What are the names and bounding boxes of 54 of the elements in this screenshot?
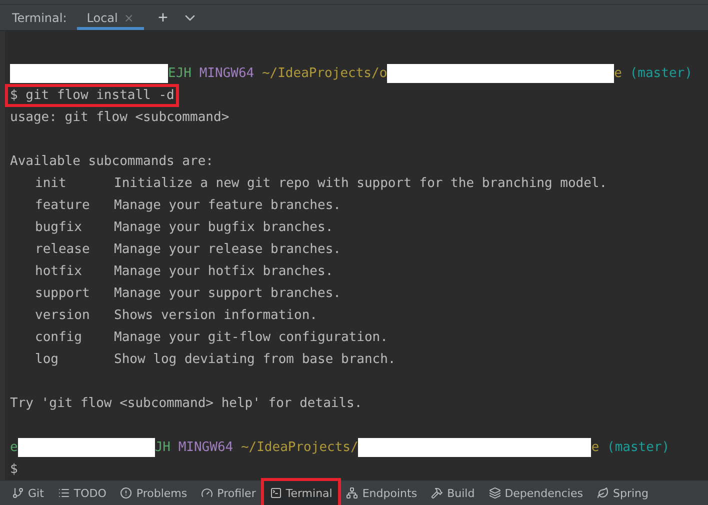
subcommand-description: Manage your release branches. bbox=[114, 242, 341, 256]
prompt-user: EJH bbox=[168, 66, 192, 80]
output-line: Available subcommands are: bbox=[10, 154, 214, 168]
subcommand-description: Initialize a new git repo with support for the branching model. bbox=[114, 176, 608, 190]
terminal-icon bbox=[270, 487, 282, 499]
subcommand-name: feature bbox=[35, 198, 91, 212]
subcommand-name: hotfix bbox=[35, 264, 83, 278]
subcommand-description: Shows version information. bbox=[114, 308, 318, 322]
tool-window-button[interactable]: Profiler bbox=[195, 481, 262, 505]
subcommand-description: Manage your support branches. bbox=[114, 286, 341, 300]
command-line: $ git flow install -d bbox=[8, 86, 176, 104]
layers-icon bbox=[488, 487, 501, 499]
subcommand-name: bugfix bbox=[35, 220, 83, 234]
leaf-icon bbox=[596, 487, 609, 499]
subcommand-name: release bbox=[35, 242, 91, 256]
branch-name: (master) bbox=[630, 66, 692, 80]
subcommand-name: support bbox=[35, 286, 91, 300]
tool-window-button[interactable]: Git bbox=[6, 481, 50, 505]
tool-window-button[interactable]: TODO bbox=[52, 481, 112, 505]
prompt-user: e bbox=[10, 440, 18, 454]
prompt-host: MINGW64 bbox=[199, 66, 254, 80]
branch-name: (master) bbox=[607, 440, 670, 454]
tool-window-title: Terminal: bbox=[12, 10, 67, 24]
subcommand-description: Show log deviating from base branch. bbox=[114, 352, 396, 366]
prompt-host: MINGW64 bbox=[178, 440, 234, 454]
subcommand-description: Manage your bugfix branches. bbox=[114, 220, 334, 234]
tool-window-button[interactable]: Dependencies bbox=[482, 481, 589, 505]
prompt-path: e bbox=[591, 440, 600, 454]
subcommand-description: Manage your hotfix branches. bbox=[114, 264, 334, 278]
subcommand-name: version bbox=[35, 308, 91, 322]
prompt-path: e bbox=[614, 66, 622, 80]
new-tab-button[interactable]: + bbox=[154, 8, 172, 28]
subcommand-description: Manage your git-flow configuration. bbox=[114, 330, 388, 344]
subcommand-name: config bbox=[35, 330, 83, 344]
command-line: $ bbox=[9, 460, 19, 478]
subcommand-name: init bbox=[35, 176, 68, 190]
branch-icon bbox=[12, 487, 24, 499]
tool-window-button[interactable]: Build bbox=[425, 481, 481, 505]
tool-window-button[interactable]: Terminal bbox=[264, 481, 338, 505]
output-line: Try 'git flow <subcommand> help' for details. bbox=[10, 396, 362, 410]
output-line: usage: git flow <subcommand> bbox=[10, 110, 230, 124]
subcommand-description: Manage your feature branches. bbox=[114, 198, 341, 212]
terminal-tab[interactable]: Local × bbox=[76, 5, 144, 30]
subcommand-name: log bbox=[35, 352, 60, 366]
alert-icon bbox=[120, 487, 132, 499]
prompt-user: JH bbox=[154, 440, 170, 454]
tool-window-button[interactable]: Endpoints bbox=[340, 481, 424, 505]
prompt-path: ~/IdeaProjects/o bbox=[262, 66, 388, 80]
tool-window-button[interactable]: Problems bbox=[114, 481, 194, 505]
tool-window-button[interactable]: Spring bbox=[590, 481, 654, 505]
nodes-icon bbox=[346, 487, 358, 499]
gauge-icon bbox=[201, 487, 214, 499]
hammer-icon bbox=[431, 487, 444, 499]
prompt-path: ~/IdeaProjects/ bbox=[240, 440, 358, 454]
